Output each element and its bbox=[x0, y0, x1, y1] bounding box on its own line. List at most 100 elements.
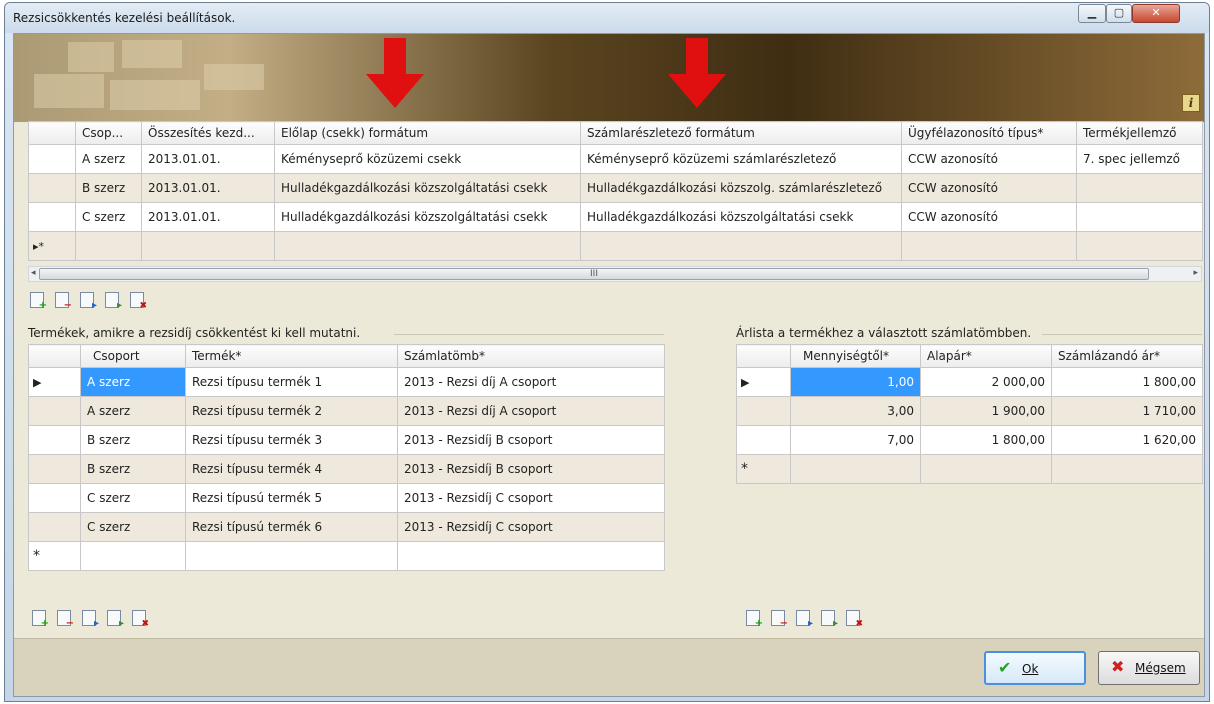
column-header-alapar[interactable]: Alapár* bbox=[920, 344, 1052, 368]
cell-mennyiseg[interactable]: 7,00 bbox=[790, 425, 921, 455]
cell-kezdet[interactable] bbox=[141, 231, 275, 261]
row-header[interactable] bbox=[28, 144, 76, 174]
cell-mennyiseg[interactable]: 3,00 bbox=[790, 396, 921, 426]
add-row-icon[interactable] bbox=[30, 292, 47, 311]
delete-row-icon[interactable] bbox=[55, 292, 72, 311]
column-header-szamlareszletezo[interactable]: Számlarészletező formátum bbox=[580, 121, 902, 145]
column-header-termek[interactable]: Termék* bbox=[185, 344, 398, 368]
cell-alapar[interactable]: 1 800,00 bbox=[920, 425, 1052, 455]
horizontal-scrollbar[interactable]: ◂ III ▸ bbox=[28, 266, 1202, 282]
import-icon[interactable] bbox=[796, 610, 813, 629]
cell-termek[interactable]: Rezsi típusú termék 5 bbox=[185, 483, 398, 513]
column-header-ugyfelazonosito[interactable]: Ügyfélazonosító típus* bbox=[901, 121, 1077, 145]
ok-button[interactable]: ✔ Ok bbox=[984, 651, 1086, 685]
row-header[interactable] bbox=[28, 483, 81, 513]
clear-icon[interactable] bbox=[130, 292, 147, 311]
scroll-left-icon[interactable]: ◂ bbox=[31, 268, 36, 278]
cell-ugyfelazonosito[interactable]: CCW azonosító bbox=[901, 144, 1077, 174]
table-row[interactable]: B szerz Rezsi típusu termék 3 2013 - Rez… bbox=[28, 425, 665, 455]
current-row-marker[interactable]: ▶ bbox=[736, 367, 791, 397]
column-header-kezdet[interactable]: Összesítés kezd... bbox=[141, 121, 275, 145]
table-row[interactable]: B szerz 2013.01.01. Hulladékgazdálkozási… bbox=[28, 173, 1203, 203]
cell-ugyfelazonosito[interactable] bbox=[901, 231, 1077, 261]
table-row[interactable]: ▶ A szerz Rezsi típusu termék 1 2013 - R… bbox=[28, 367, 665, 397]
cell-szamlatomb[interactable]: 2013 - Rezsi díj A csoport bbox=[397, 367, 665, 397]
row-header[interactable] bbox=[736, 425, 791, 455]
new-row-marker[interactable]: ▸* bbox=[28, 231, 76, 261]
table-row[interactable]: 3,00 1 900,00 1 710,00 bbox=[736, 396, 1203, 426]
cell-elolap[interactable]: Kéményseprő közüzemi csekk bbox=[274, 144, 581, 174]
cell-termek[interactable]: Rezsi típusu termék 1 bbox=[185, 367, 398, 397]
table-row[interactable]: A szerz Rezsi típusu termék 2 2013 - Rez… bbox=[28, 396, 665, 426]
table-row[interactable]: C szerz 2013.01.01. Hulladékgazdálkozási… bbox=[28, 202, 1203, 232]
cell-szamlazando[interactable]: 1 710,00 bbox=[1051, 396, 1203, 426]
column-header-szamlazando[interactable]: Számlázandó ár* bbox=[1051, 344, 1203, 368]
cell-termek[interactable]: Rezsi típusu termék 2 bbox=[185, 396, 398, 426]
column-header-elolap[interactable]: Előlap (csekk) formátum bbox=[274, 121, 581, 145]
row-header[interactable] bbox=[28, 425, 81, 455]
cell-termek[interactable]: Rezsi típusu termék 4 bbox=[185, 454, 398, 484]
cell-ugyfelazonosito[interactable]: CCW azonosító bbox=[901, 173, 1077, 203]
table-row[interactable]: A szerz 2013.01.01. Kéményseprő közüzemi… bbox=[28, 144, 1203, 174]
new-row-marker[interactable]: * bbox=[736, 454, 791, 484]
export-icon[interactable] bbox=[105, 292, 122, 311]
cell-termek[interactable]: Rezsi típusu termék 3 bbox=[185, 425, 398, 455]
cell-szamlazando[interactable]: 1 800,00 bbox=[1051, 367, 1203, 397]
current-row-marker[interactable]: ▶ bbox=[28, 367, 81, 397]
close-button[interactable]: ✕ bbox=[1132, 4, 1180, 23]
maximize-button[interactable]: ▢ bbox=[1106, 4, 1132, 23]
cell-csoport[interactable]: B szerz bbox=[75, 173, 142, 203]
selected-cell[interactable] bbox=[274, 231, 581, 261]
info-icon[interactable]: i bbox=[1182, 94, 1200, 112]
row-header[interactable] bbox=[28, 173, 76, 203]
cell-mennyiseg[interactable] bbox=[790, 454, 921, 484]
products-grid[interactable]: Csoport Termék* Számlatömb* ▶ A szerz Re… bbox=[28, 344, 665, 571]
new-row[interactable]: ▸* bbox=[28, 231, 1203, 261]
cell-kezdet[interactable]: 2013.01.01. bbox=[141, 202, 275, 232]
scroll-right-icon[interactable]: ▸ bbox=[1193, 268, 1198, 278]
cell-termekjellemzo[interactable] bbox=[1076, 202, 1203, 232]
cell-szamlazando[interactable] bbox=[1051, 454, 1203, 484]
cell-kezdet[interactable]: 2013.01.01. bbox=[141, 144, 275, 174]
column-header-szamlatomb[interactable]: Számlatömb* bbox=[397, 344, 665, 368]
row-header[interactable] bbox=[28, 512, 81, 542]
import-icon[interactable] bbox=[80, 292, 97, 311]
cell-csoport[interactable]: B szerz bbox=[80, 454, 186, 484]
cell-szamlatomb[interactable]: 2013 - Rezsidíj C csoport bbox=[397, 512, 665, 542]
cell-csoport[interactable]: A szerz bbox=[80, 396, 186, 426]
cell-elolap[interactable]: Hulladékgazdálkozási közszolgáltatási cs… bbox=[274, 202, 581, 232]
cell-csoport[interactable] bbox=[75, 231, 142, 261]
cell-kezdet[interactable]: 2013.01.01. bbox=[141, 173, 275, 203]
row-header[interactable] bbox=[28, 202, 76, 232]
cell-termekjellemzo[interactable] bbox=[1076, 173, 1203, 203]
delete-row-icon[interactable] bbox=[771, 610, 788, 629]
column-header-mennyiseg[interactable]: Mennyiségtől* bbox=[790, 344, 921, 368]
new-row[interactable]: * bbox=[736, 454, 1203, 484]
cell-szamlareszletezo[interactable]: Hulladékgazdálkozási közszolg. számlarés… bbox=[580, 173, 902, 203]
cell-szamlareszletezo[interactable] bbox=[580, 231, 902, 261]
row-header[interactable] bbox=[736, 396, 791, 426]
cell-csoport[interactable]: B szerz bbox=[80, 425, 186, 455]
cell-szamlatomb[interactable]: 2013 - Rezsidíj B csoport bbox=[397, 454, 665, 484]
cell-alapar[interactable]: 1 900,00 bbox=[920, 396, 1052, 426]
cell-termek[interactable] bbox=[185, 541, 398, 571]
import-icon[interactable] bbox=[82, 610, 99, 629]
table-row[interactable]: B szerz Rezsi típusu termék 4 2013 - Rez… bbox=[28, 454, 665, 484]
minimize-button[interactable]: ▁ bbox=[1078, 4, 1106, 23]
clear-icon[interactable] bbox=[846, 610, 863, 629]
cell-mennyiseg[interactable]: 1,00 bbox=[790, 367, 921, 397]
cell-csoport[interactable]: C szerz bbox=[75, 202, 142, 232]
table-row[interactable]: C szerz Rezsi típusú termék 6 2013 - Rez… bbox=[28, 512, 665, 542]
cell-szamlatomb[interactable]: 2013 - Rezsidíj B csoport bbox=[397, 425, 665, 455]
row-header[interactable] bbox=[28, 396, 81, 426]
column-header-termekjellemzo[interactable]: Termékjellemző bbox=[1076, 121, 1203, 145]
cell-szamlazando[interactable]: 1 620,00 bbox=[1051, 425, 1203, 455]
cell-elolap[interactable]: Hulladékgazdálkozási közszolgáltatási cs… bbox=[274, 173, 581, 203]
cell-termekjellemzo[interactable]: 7. spec jellemző bbox=[1076, 144, 1203, 174]
table-row[interactable]: C szerz Rezsi típusú termék 5 2013 - Rez… bbox=[28, 483, 665, 513]
cell-alapar[interactable]: 2 000,00 bbox=[920, 367, 1052, 397]
add-row-icon[interactable] bbox=[746, 610, 763, 629]
add-row-icon[interactable] bbox=[32, 610, 49, 629]
cell-csoport[interactable]: C szerz bbox=[80, 483, 186, 513]
price-list-grid[interactable]: Mennyiségtől* Alapár* Számlázandó ár* ▶ … bbox=[736, 344, 1203, 484]
